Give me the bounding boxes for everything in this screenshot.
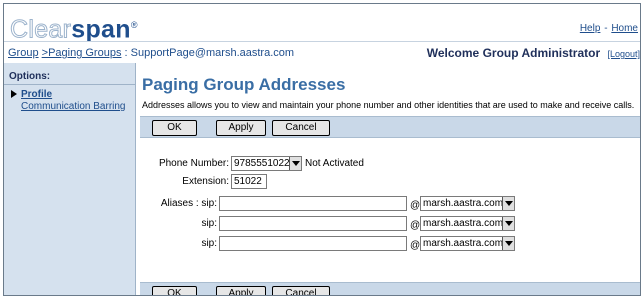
- ok-button[interactable]: OK: [152, 120, 197, 136]
- current-item-arrow-icon: [11, 90, 17, 98]
- breadcrumb-current: : SupportPage@marsh.aastra.com: [124, 47, 295, 59]
- phone-number-select[interactable]: 9785551022: [231, 156, 302, 171]
- phone-number-value: 9785551022: [234, 158, 290, 169]
- alias-1-at: @: [410, 200, 421, 211]
- alias-3-input[interactable]: [219, 236, 407, 251]
- top-button-bar: OK Apply Cancel: [140, 116, 640, 138]
- link-separator: -: [604, 23, 608, 34]
- breadcrumb-group[interactable]: Group: [8, 47, 39, 59]
- sidebar: Options: Profile Communication Barring: [4, 63, 136, 295]
- alias-1-input[interactable]: [219, 196, 407, 211]
- extension-input[interactable]: 51022: [231, 174, 267, 189]
- apply-button[interactable]: Apply: [216, 120, 266, 136]
- sidebar-item-communication-barring[interactable]: Communication Barring: [21, 101, 126, 112]
- chevron-down-icon: [502, 237, 514, 250]
- chevron-down-icon: [502, 197, 514, 210]
- alias-2-domain-select[interactable]: marsh.aastra.com: [420, 216, 515, 231]
- alias-2-domain-value: marsh.aastra.com: [423, 218, 504, 229]
- phone-status: Not Activated: [305, 158, 364, 169]
- phone-number-label: Phone Number:: [158, 158, 229, 169]
- main-content: Paging Group Addresses Addresses allows …: [137, 63, 640, 295]
- alias-3-domain-value: marsh.aastra.com: [423, 238, 504, 249]
- alias-1-domain-select[interactable]: marsh.aastra.com: [420, 196, 515, 211]
- alias-2-input[interactable]: [219, 216, 407, 231]
- alias-3-domain-select[interactable]: marsh.aastra.com: [420, 236, 515, 251]
- breadcrumb: Group >Paging Groups : SupportPage@marsh…: [8, 47, 294, 59]
- welcome-text: Welcome Group Administrator: [426, 46, 601, 60]
- welcome-message: Welcome Group Administrator [Logout]: [427, 46, 640, 60]
- top-links: Help - Home: [580, 23, 638, 34]
- page-title: Paging Group Addresses: [142, 75, 346, 94]
- alias-1-domain-value: marsh.aastra.com: [423, 198, 504, 209]
- alias-3-at: @: [410, 240, 421, 251]
- cancel-button-bottom[interactable]: Cancel: [272, 286, 330, 295]
- page-description: Addresses allows you to view and maintai…: [142, 100, 635, 110]
- cancel-button[interactable]: Cancel: [272, 120, 330, 136]
- logout-link[interactable]: [Logout]: [607, 49, 640, 59]
- alias-2-at: @: [410, 220, 421, 231]
- clearspan-logo: Clearspan®: [9, 15, 138, 44]
- app-window: Clearspan® Help - Home Group >Paging Gro…: [3, 3, 641, 296]
- header-bar: Group >Paging Groups : SupportPage@marsh…: [4, 41, 640, 63]
- help-link[interactable]: Help: [580, 23, 601, 34]
- apply-button-bottom[interactable]: Apply: [216, 286, 266, 295]
- chevron-down-icon: [502, 217, 514, 230]
- breadcrumb-paging-groups[interactable]: >Paging Groups: [42, 47, 122, 59]
- alias-3-sip-label: sip:: [201, 238, 217, 249]
- home-link[interactable]: Home: [611, 23, 638, 34]
- bottom-button-bar: OK Apply Cancel: [140, 282, 640, 295]
- aliases-label: Aliases : sip:: [160, 198, 217, 209]
- sidebar-item-profile[interactable]: Profile: [21, 89, 52, 100]
- sidebar-divider: [4, 84, 135, 85]
- extension-label: Extension:: [182, 176, 229, 187]
- options-label: Options:: [9, 71, 51, 82]
- chevron-down-icon: [289, 157, 301, 170]
- alias-2-sip-label: sip:: [201, 218, 217, 229]
- ok-button-bottom[interactable]: OK: [152, 286, 197, 295]
